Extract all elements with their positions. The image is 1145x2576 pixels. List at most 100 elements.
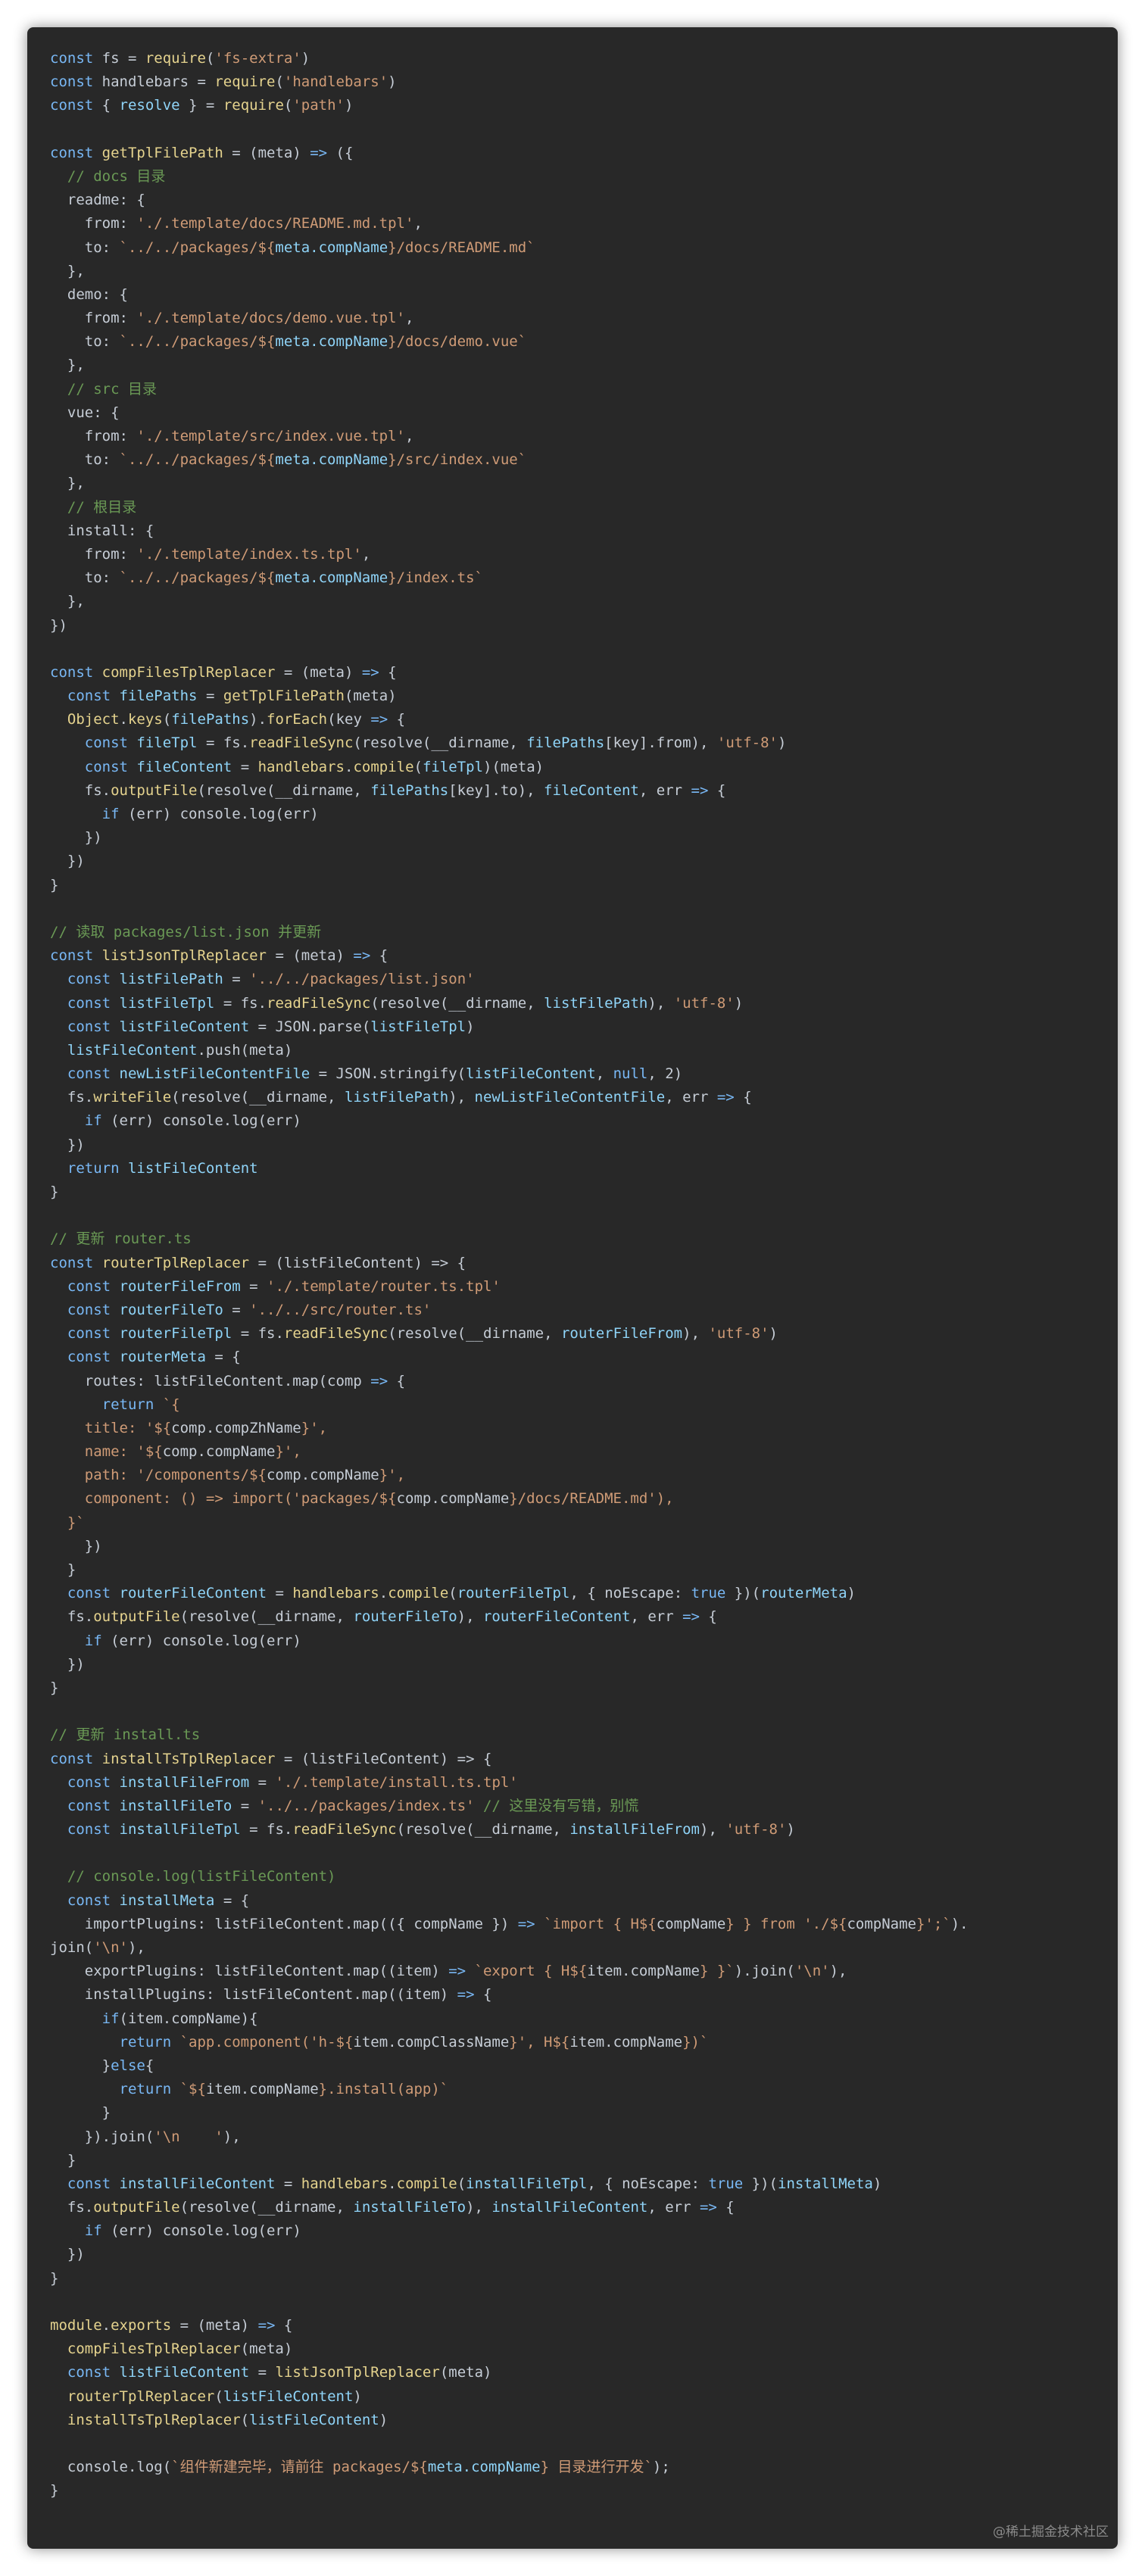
code-token: Object (67, 711, 120, 728)
code-token: fileContent (544, 781, 639, 799)
code-token: ( (413, 758, 423, 775)
code-token: ) (388, 73, 397, 91)
code-token: { (708, 781, 726, 799)
code-token: // 这里没有写错，别慌 (483, 1797, 639, 1814)
code-token: }/src/index.vue` (388, 451, 527, 469)
code-token: ) (344, 97, 354, 114)
code-token: }) (50, 2246, 85, 2263)
code-token: ) (301, 50, 310, 67)
code-token: filePaths (370, 781, 449, 799)
code-token: . (344, 758, 354, 775)
code-token: = fs. (232, 1325, 284, 1343)
code-token: = JSON.parse( (249, 1018, 371, 1035)
code-token: }', (301, 1419, 328, 1436)
code-token: ). (249, 711, 267, 728)
code-token: }) (50, 853, 85, 870)
code-token: item.compClassName (353, 2033, 510, 2051)
code-token: compile (353, 758, 414, 775)
code-token: ); (652, 2459, 670, 2476)
code-token: `../../packages/${ (119, 333, 276, 351)
code-token: (meta) (344, 688, 397, 705)
code-line: const filePaths = getTplFilePath(meta) (50, 685, 969, 708)
code-token: }/docs/README.md'), (509, 1490, 674, 1508)
code-token: ( (448, 1585, 457, 1602)
code-token: = (232, 1797, 258, 1814)
code-token: }) (50, 1136, 85, 1153)
code-line: const getTplFilePath = (meta) => ({ (50, 142, 969, 165)
code-token: => (682, 1608, 700, 1626)
code-token: comp.compName (396, 1490, 510, 1508)
code-line: // 更新 router.ts (50, 1227, 969, 1251)
code-token: ) (353, 2387, 362, 2405)
code-token: (item.compName){ (119, 2010, 258, 2027)
code-line: const fileContent = handlebars.compile(f… (50, 756, 969, 779)
code-line: to: `../../packages/${meta.compName}/ind… (50, 566, 969, 590)
code-line: listFileContent.push(meta) (50, 1039, 969, 1062)
code-token: const (67, 1773, 111, 1791)
code-token: null (613, 1065, 648, 1083)
code-token: fileTpl (422, 758, 484, 775)
code-token: => (457, 1986, 475, 2004)
code-token: ). (950, 1915, 969, 1932)
code-token: const (50, 73, 94, 91)
code-token: routerMeta (119, 1349, 206, 1366)
code-line: return `${item.compName}.install(app)` (50, 2078, 969, 2101)
code-token: }, (50, 475, 85, 492)
code-token: = (meta) (223, 144, 310, 161)
code-token: const (50, 1750, 94, 1767)
code-line: from: './.template/docs/README.md.tpl', (50, 212, 969, 235)
code-line: // docs 目录 (50, 165, 969, 189)
code-token: 'handlebars' (283, 73, 388, 91)
code-line: installPlugins: listFileContent.map((ite… (50, 1983, 969, 2007)
code-token: .push(meta) (197, 1041, 293, 1059)
code-line: const listFilePath = '../../packages/lis… (50, 968, 969, 991)
code-token: listFileContent (127, 1159, 258, 1177)
code-token: fs = (93, 50, 145, 67)
code-line: }, (50, 590, 969, 613)
code-token: = JSON.stringify( (310, 1065, 466, 1083)
code-token: if (101, 806, 120, 822)
code-token: => (361, 663, 379, 681)
code-token: const (67, 1325, 111, 1343)
code-line: } (50, 1676, 969, 1700)
code-token: const (67, 1797, 111, 1814)
code-token: readFileSync (267, 994, 371, 1012)
code-token: }, (50, 357, 85, 374)
code-line: const fs = require('fs-extra') (50, 47, 969, 70)
code-token: )(meta) (483, 758, 544, 775)
code-token: listFilePath (344, 1089, 449, 1106)
code-token: (resolve(__dirname, (179, 1608, 354, 1626)
code-token: compFilesTplReplacer (67, 2341, 241, 2358)
code-token: handlebars (292, 1585, 379, 1602)
code-token: `${ (179, 2081, 206, 2098)
code-line: if(item.compName){ (50, 2007, 969, 2031)
code-token: getTplFilePath (101, 144, 223, 161)
code-line: }) (50, 826, 969, 850)
code-token: // console.log(listFileContent) (67, 1868, 336, 1885)
code-line: fs.outputFile(resolve(__dirname, routerF… (50, 1605, 969, 1629)
code-line: const listJsonTplReplacer = (meta) => { (50, 944, 969, 968)
code-token: ) (847, 1585, 856, 1602)
code-token: join( (50, 1939, 94, 1956)
code-token: routerTplReplacer (101, 1254, 250, 1271)
code-token: getTplFilePath (223, 688, 345, 705)
code-token: listFileContent (223, 2387, 354, 2405)
code-token: installTsTplReplacer (101, 1750, 276, 1767)
code-token: newListFileContentFile (119, 1065, 310, 1083)
code-line: }, (50, 472, 969, 495)
watermark: @稀土掘金技术社区 (993, 2525, 1109, 2540)
